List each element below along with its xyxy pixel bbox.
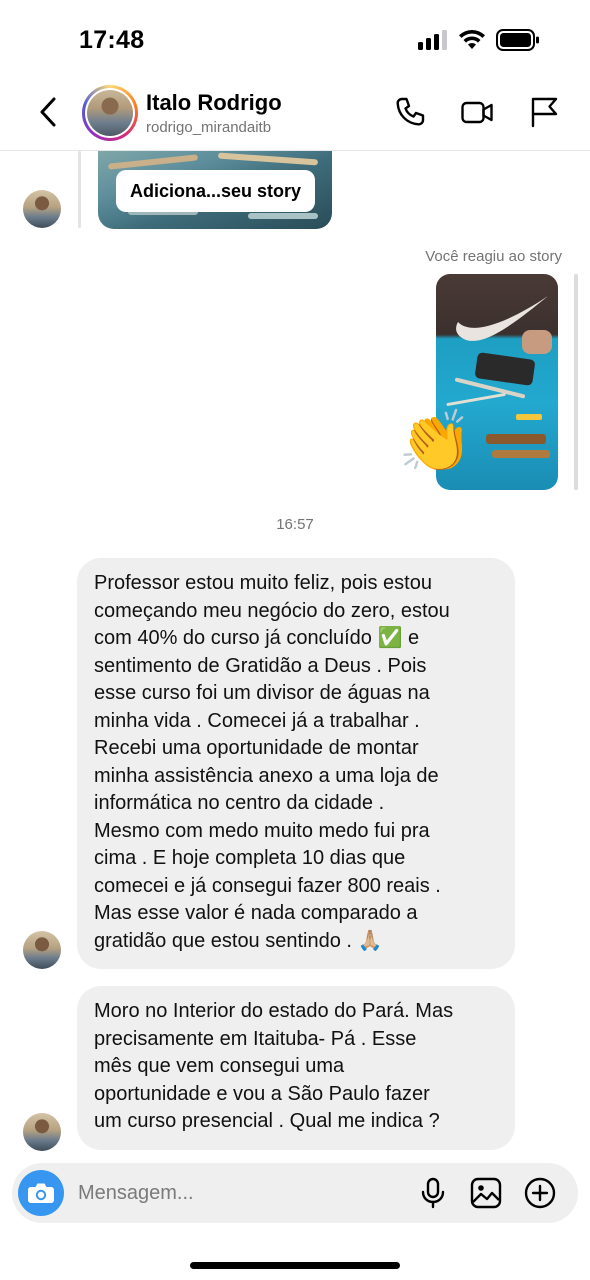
flag-icon[interactable] [527,95,561,129]
video-camera-icon[interactable] [460,95,494,129]
phone-icon[interactable] [393,95,427,129]
sender-avatar[interactable] [23,931,61,969]
microphone-icon[interactable] [416,1176,450,1210]
chat-header: Italo Rodrigo rodrigo_mirandaitb [0,78,590,151]
status-time: 17:48 [79,26,145,54]
wifi-icon [459,29,485,49]
message-composer [12,1163,578,1223]
camera-icon [28,1183,54,1203]
sender-avatar[interactable] [23,1113,61,1151]
story-scroll-indicator [574,274,578,490]
story-caption: Adiciona...seu story [116,170,316,212]
plus-circle-icon[interactable] [523,1176,557,1210]
home-indicator [190,1262,400,1269]
contact-name[interactable]: Italo Rodrigo [146,90,282,116]
status-bar: 17:48 [0,0,590,78]
clapping-hands-emoji: 👏 [398,408,473,475]
reply-indicator-line [78,151,81,228]
cellular-signal-icon [418,30,450,50]
contact-handle[interactable]: rodrigo_mirandaitb [146,119,271,136]
sender-avatar[interactable] [23,190,61,228]
story-reaction-label: Você reagiu ao story [425,248,562,265]
battery-icon [496,29,539,51]
contact-avatar[interactable] [82,85,138,141]
message-input[interactable] [78,1163,398,1223]
back-chevron-icon[interactable] [34,94,64,130]
message-timestamp: 16:57 [276,516,314,533]
gallery-icon[interactable] [469,1176,503,1210]
camera-button[interactable] [18,1170,64,1216]
message-bubble[interactable]: Moro no Interior do estado do Pará. Mas … [77,986,515,1150]
message-bubble[interactable]: Professor estou muito feliz, pois estou … [77,558,515,969]
